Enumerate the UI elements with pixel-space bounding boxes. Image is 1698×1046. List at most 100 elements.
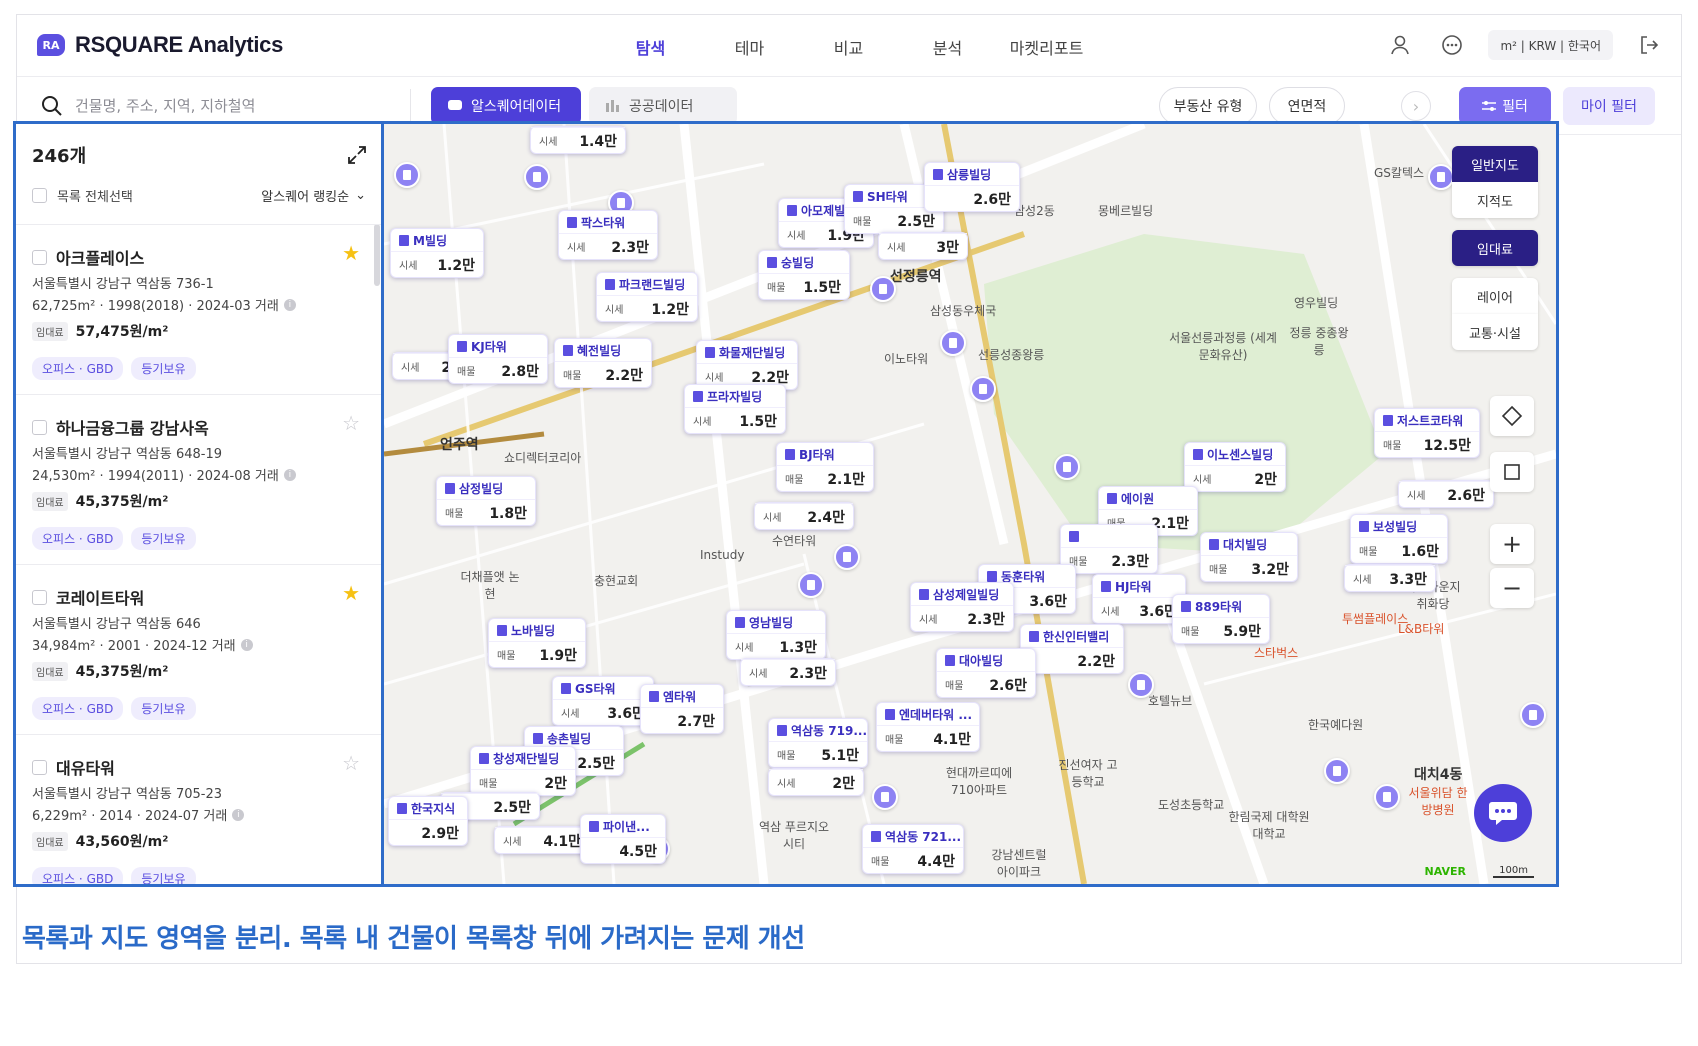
building-pin[interactable] [1324,758,1350,784]
building-marker[interactable]: 시세 4.1만 [494,826,590,854]
expand-icon[interactable] [346,144,368,166]
star-icon[interactable]: ★ [342,581,360,605]
building-marker[interactable]: 노바빌딩 매물 1.9만 [488,618,586,668]
info-icon[interactable]: i [240,638,253,651]
nav-market-report[interactable]: 마켓리포트 [997,35,1096,59]
building-pin[interactable] [798,572,824,598]
user-icon[interactable] [1384,29,1416,61]
building-marker[interactable]: M빌딩 시세 1.2만 [390,228,484,278]
building-marker[interactable]: 삼정빌딩 매물 1.8만 [436,476,536,526]
item-checkbox[interactable] [32,759,47,775]
building-pin[interactable] [940,330,966,356]
rsquare-data-button[interactable]: 알스퀘어데이터 [431,87,581,125]
map-area[interactable]: 선정릉역 언주역 서울선릉과정릉 (세계문화유산) 쇼디렉터코리아 삼성동우체국… [381,121,1559,887]
tag-office: 오피스 · GBD [32,527,124,550]
logout-icon[interactable] [1633,29,1665,61]
building-marker[interactable]: 시세 3.3만 [1344,564,1436,592]
list-item[interactable]: 코레이트타워 ★ 서울특별시 강남구 역삼동 646 34,984m² · 20… [16,564,382,734]
building-marker[interactable]: 삼릉빌딩 2.6만 [924,162,1020,212]
nav-analysis[interactable]: 분석 [898,35,997,59]
building-marker[interactable]: 이노센스빌딩 시세 2만 [1184,442,1286,492]
building-marker[interactable]: 숭빌딩 매물 1.5만 [758,250,850,300]
nav-compare[interactable]: 비교 [799,35,898,59]
building-marker[interactable]: 시세 2.3만 [740,658,836,686]
rectangle-select-icon[interactable] [1490,452,1534,492]
building-marker[interactable]: GS타워 시세 3.6만 [552,676,654,726]
building-pin[interactable] [1374,784,1400,810]
building-marker[interactable]: 파이낸... 4.5만 [580,814,666,864]
building-marker[interactable]: 파크랜드빌딩 시세 1.2만 [596,272,698,322]
building-marker[interactable]: 창성재단빌딩 매물 2만 [470,746,576,796]
more-icon[interactable] [1436,29,1468,61]
nav-theme[interactable]: 테마 [700,35,799,59]
building-marker[interactable]: 팍스타워 시세 2.3만 [558,210,658,260]
layer-button[interactable]: 레이어 [1452,278,1538,314]
building-marker[interactable]: 화물재단빌딩 시세 2.2만 [696,340,798,390]
unit-language-selector[interactable]: m² | KRW | 한국어 [1488,30,1613,60]
building-marker[interactable]: 보성빌딩 매물 1.6만 [1350,514,1448,564]
building-pin[interactable] [1520,702,1546,728]
building-pin[interactable] [870,276,896,302]
item-checkbox[interactable] [32,419,47,435]
building-pin[interactable] [1054,454,1080,480]
building-marker[interactable]: 엠타워 2.7만 [640,684,724,734]
select-all-checkbox[interactable] [32,188,47,203]
my-filter-button[interactable]: 마이 필터 [1563,87,1655,125]
building-marker[interactable]: BJ타워 매물 2.1만 [776,442,874,492]
item-checkbox[interactable] [32,589,47,605]
floor-area-chip[interactable]: 연면적 [1269,87,1345,125]
transit-facilities-button[interactable]: 교통·시설 [1452,314,1538,350]
building-marker[interactable]: 저스트코타워 매물 12.5만 [1374,408,1480,458]
cadastral-map-button[interactable]: 지적도 [1452,182,1538,218]
building-marker[interactable]: 엔데버타워 ... 매물 4.1만 [876,702,980,752]
building-pin[interactable] [970,376,996,402]
building-pin[interactable] [394,162,420,188]
building-pin[interactable] [1128,672,1154,698]
select-all[interactable]: 목록 전체선택 [32,186,133,205]
list-item[interactable]: 아크플레이스 ★ 서울특별시 강남구 역삼동 736-1 62,725m² · … [16,224,382,394]
list-item[interactable]: 대유타워 ☆ 서울특별시 강남구 역삼동 705-23 6,229m² · 20… [16,734,382,884]
building-pin[interactable] [834,544,860,570]
chevron-right-icon[interactable]: › [1401,91,1431,121]
info-icon[interactable]: i [232,808,245,821]
building-marker[interactable]: 역삼동 721... 매물 4.4만 [862,824,964,874]
building-pin[interactable] [872,784,898,810]
building-marker[interactable]: 시세 2.4만 [754,502,854,530]
building-pin[interactable] [1428,164,1454,190]
building-marker[interactable]: 영남빌딩 시세 1.3만 [726,610,826,660]
star-outline-icon[interactable]: ☆ [342,751,360,775]
building-marker[interactable]: 삼성제일빌딩 시세 2.3만 [910,582,1014,632]
zoom-in-icon[interactable]: + [1490,524,1534,564]
building-marker[interactable]: 대치빌딩 매물 3.2만 [1200,532,1298,582]
rent-layer-button[interactable]: 임대료 [1452,230,1538,266]
logo[interactable]: RA RSQUARE Analytics [37,32,283,58]
building-marker[interactable]: 시세 1.4만 [530,126,626,154]
property-type-chip[interactable]: 부동산 유형 [1159,87,1257,125]
building-marker[interactable]: 역삼동 719... 매물 5.1만 [768,718,868,768]
star-outline-icon[interactable]: ☆ [342,411,360,435]
zoom-out-icon[interactable]: − [1490,568,1534,608]
building-pin[interactable] [524,164,550,190]
public-data-button[interactable]: 공공데이터 [589,87,737,125]
building-marker[interactable]: 혜전빌딩 매물 2.2만 [554,338,652,388]
building-marker[interactable]: 시세 3만 [878,232,968,260]
building-marker[interactable]: 889타워 매물 5.9만 [1172,594,1270,644]
star-icon[interactable]: ★ [342,241,360,265]
info-icon[interactable]: i [283,468,296,481]
building-marker[interactable]: KJ타워 매물 2.8만 [448,334,548,384]
normal-map-button[interactable]: 일반지도 [1452,146,1538,182]
building-marker[interactable]: 한국지식 2.9만 [388,796,468,846]
polygon-draw-icon[interactable] [1490,396,1534,436]
building-marker[interactable]: 대아빌딩 매물 2.6만 [936,648,1036,698]
sort-dropdown[interactable]: 알스퀘어 랭킹순 ⌄ [261,186,366,205]
nav-explore[interactable]: 탐색 [601,35,700,59]
chat-icon[interactable] [1474,784,1532,842]
filter-button[interactable]: 필터 [1459,87,1551,125]
info-icon[interactable]: i [283,298,296,311]
item-checkbox[interactable] [32,249,47,265]
building-marker[interactable]: 시세 2.6만 [1398,480,1494,508]
building-marker[interactable]: 시세 2만 [768,768,864,796]
list-item[interactable]: 하나금융그룹 강남사옥 ☆ 서울특별시 강남구 역삼동 648-19 24,53… [16,394,382,564]
building-marker[interactable]: 프라자빌딩 시세 1.5만 [684,384,786,434]
search-input[interactable] [75,97,385,115]
